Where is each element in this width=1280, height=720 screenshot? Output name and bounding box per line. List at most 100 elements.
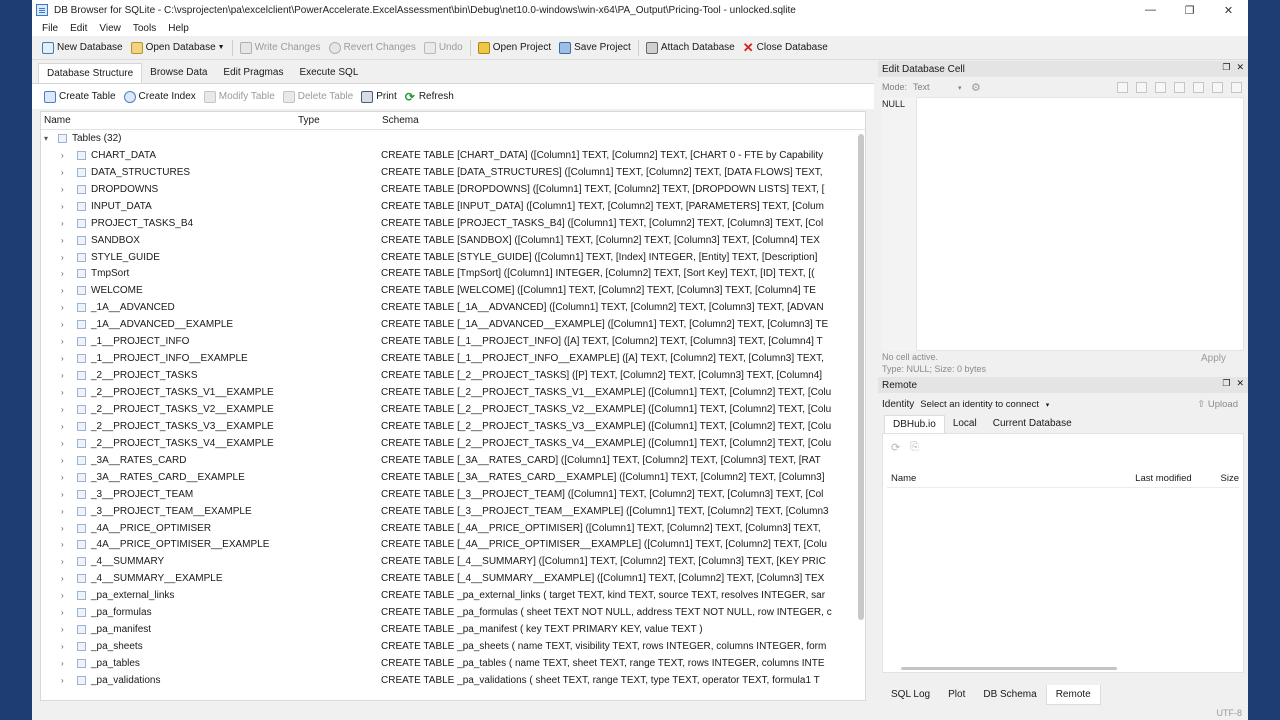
- expand-arrow-icon[interactable]: ›: [61, 269, 64, 278]
- table-row[interactable]: › STYLE_GUIDE CREATE TABLE [STYLE_GUIDE] (…: [41, 249, 865, 266]
- tab-db-schema[interactable]: DB Schema: [974, 685, 1045, 705]
- float-panel-icon[interactable]: ❐: [1222, 62, 1230, 73]
- menu-file[interactable]: File: [36, 23, 64, 34]
- collapse-arrow-icon[interactable]: ▾: [44, 134, 48, 143]
- expand-arrow-icon[interactable]: ›: [61, 490, 64, 499]
- expand-arrow-icon[interactable]: ›: [61, 371, 64, 380]
- tab-current-database[interactable]: Current Database: [985, 415, 1080, 433]
- column-header-schema[interactable]: Schema: [379, 115, 419, 126]
- files-header-name[interactable]: Name: [887, 473, 1135, 484]
- expand-arrow-icon[interactable]: ›: [61, 574, 64, 583]
- table-row[interactable]: › _pa_external_links CREATE TABLE _pa_exte…: [41, 587, 865, 604]
- paste-icon[interactable]: [1174, 81, 1185, 93]
- table-row[interactable]: › INPUT_DATA CREATE TABLE [INPUT_DATA] ([C…: [41, 198, 865, 215]
- remote-horizontal-scrollbar[interactable]: [901, 667, 1117, 670]
- identity-select[interactable]: Select an identity to connect ▾: [920, 399, 1049, 410]
- table-row[interactable]: › _3A__RATES_CARD CREATE TABLE [_3A__RATES…: [41, 452, 865, 469]
- expand-arrow-icon[interactable]: ›: [61, 422, 64, 431]
- table-row[interactable]: › _2__PROJECT_TASKS_V2__EXAMPLE CREATE TAB…: [41, 401, 865, 418]
- minimize-button[interactable]: —: [1131, 0, 1170, 20]
- close-panel-icon[interactable]: ✕: [1236, 62, 1244, 73]
- table-row[interactable]: › SANDBOX CREATE TABLE [SANDBOX] ([Column1…: [41, 232, 865, 249]
- expand-arrow-icon[interactable]: ›: [61, 642, 64, 651]
- save-project-button[interactable]: Save Project: [555, 38, 635, 58]
- expand-arrow-icon[interactable]: ›: [61, 456, 64, 465]
- tab-plot[interactable]: Plot: [939, 685, 974, 705]
- expand-arrow-icon[interactable]: ›: [61, 354, 64, 363]
- auto-format-icon[interactable]: ⚙: [971, 81, 981, 94]
- remote-refresh-icon[interactable]: ⟳: [891, 441, 900, 454]
- close-database-button[interactable]: ✕ Close Database: [739, 38, 832, 58]
- column-header-name[interactable]: Name: [41, 115, 295, 126]
- remote-files-list[interactable]: [887, 488, 1239, 662]
- expand-arrow-icon[interactable]: ›: [61, 659, 64, 668]
- word-wrap-icon[interactable]: [1231, 81, 1242, 93]
- expand-arrow-icon[interactable]: ›: [61, 185, 64, 194]
- attach-database-button[interactable]: Attach Database: [642, 38, 739, 58]
- import-icon[interactable]: [1117, 81, 1128, 93]
- table-row[interactable]: › _pa_formulas CREATE TABLE _pa_formulas (…: [41, 604, 865, 621]
- menu-tools[interactable]: Tools: [127, 23, 162, 34]
- remote-clone-icon[interactable]: ⎘: [910, 441, 919, 454]
- apply-button[interactable]: Apply: [1201, 353, 1226, 365]
- new-database-button[interactable]: New Database: [38, 38, 127, 58]
- expand-arrow-icon[interactable]: ›: [61, 388, 64, 397]
- tables-group-row[interactable]: ▾ Tables (32): [41, 130, 865, 147]
- expand-arrow-icon[interactable]: ›: [61, 253, 64, 262]
- expand-arrow-icon[interactable]: ›: [61, 151, 64, 160]
- table-row[interactable]: › _1A__ADVANCED CREATE TABLE [_1A__ADVANCE…: [41, 299, 865, 316]
- expand-arrow-icon[interactable]: ›: [61, 524, 64, 533]
- expand-arrow-icon[interactable]: ›: [61, 405, 64, 414]
- table-row[interactable]: › PROJECT_TASKS_B4 CREATE TABLE [PROJECT_T…: [41, 215, 865, 232]
- schema-tree[interactable]: Name Type Schema ▾ Tables (32) › CHART_DA…: [40, 111, 866, 701]
- table-row[interactable]: › DATA_STRUCTURES CREATE TABLE [DATA_STRUC…: [41, 164, 865, 181]
- print-cell-icon[interactable]: [1212, 81, 1223, 93]
- table-row[interactable]: › _1A__ADVANCED__EXAMPLE CREATE TABLE [_1A…: [41, 316, 865, 333]
- expand-arrow-icon[interactable]: ›: [61, 168, 64, 177]
- scrollbar-thumb[interactable]: [858, 134, 864, 620]
- tab-execute-sql[interactable]: Execute SQL: [291, 63, 366, 83]
- tab-edit-pragmas[interactable]: Edit Pragmas: [215, 63, 291, 83]
- expand-arrow-icon[interactable]: ›: [61, 337, 64, 346]
- upload-button[interactable]: ⇧ Upload: [1197, 399, 1238, 410]
- expand-arrow-icon[interactable]: ›: [61, 286, 64, 295]
- table-row[interactable]: › CHART_DATA CREATE TABLE [CHART_DATA] ([C…: [41, 147, 865, 164]
- expand-arrow-icon[interactable]: ›: [61, 320, 64, 329]
- expand-arrow-icon[interactable]: ›: [61, 608, 64, 617]
- cell-text-area[interactable]: [916, 97, 1244, 351]
- table-row[interactable]: › _pa_tables CREATE TABLE _pa_tables ( nam…: [41, 655, 865, 672]
- expand-arrow-icon[interactable]: ›: [61, 439, 64, 448]
- refresh-button[interactable]: ⟳ Refresh: [401, 87, 458, 107]
- close-panel-icon[interactable]: ✕: [1236, 378, 1244, 389]
- tree-vertical-scrollbar[interactable]: [857, 130, 865, 700]
- table-row[interactable]: › _3__PROJECT_TEAM CREATE TABLE [_3__PROJE…: [41, 486, 865, 503]
- table-row[interactable]: › TmpSort CREATE TABLE [TmpSort] ([Column1…: [41, 266, 865, 283]
- table-row[interactable]: › _2__PROJECT_TASKS CREATE TABLE [_2__PROJ…: [41, 367, 865, 384]
- menu-view[interactable]: View: [93, 23, 127, 34]
- undo-button[interactable]: Undo: [420, 38, 467, 58]
- open-database-button[interactable]: Open Database ▼: [127, 38, 229, 58]
- tab-database-structure[interactable]: Database Structure: [38, 63, 143, 83]
- expand-arrow-icon[interactable]: ›: [61, 676, 64, 685]
- table-row[interactable]: › WELCOME CREATE TABLE [WELCOME] ([Column1…: [41, 282, 865, 299]
- create-index-button[interactable]: Create Index: [120, 87, 200, 107]
- dropdown-arrow-icon[interactable]: ▼: [218, 44, 225, 51]
- table-row[interactable]: › _1__PROJECT_INFO__EXAMPLE CREATE TABLE […: [41, 350, 865, 367]
- table-row[interactable]: › DROPDOWNS CREATE TABLE [DROPDOWNS] ([Col…: [41, 181, 865, 198]
- expand-arrow-icon[interactable]: ›: [61, 202, 64, 211]
- expand-arrow-icon[interactable]: ›: [61, 557, 64, 566]
- table-row[interactable]: › _pa_validations CREATE TABLE _pa_validat…: [41, 672, 865, 689]
- files-header-last-modified[interactable]: Last modified: [1135, 473, 1220, 484]
- table-row[interactable]: › _4A__PRICE_OPTIMISER__EXAMPLE CREATE TAB…: [41, 537, 865, 554]
- table-row[interactable]: › _4__SUMMARY__EXAMPLE CREATE TABLE [_4__S…: [41, 570, 865, 587]
- create-table-button[interactable]: Create Table: [40, 87, 120, 107]
- menu-edit[interactable]: Edit: [64, 23, 93, 34]
- open-project-button[interactable]: Open Project: [474, 38, 555, 58]
- expand-arrow-icon[interactable]: ›: [61, 507, 64, 516]
- tab-remote[interactable]: Remote: [1045, 685, 1101, 705]
- column-header-type[interactable]: Type: [295, 115, 379, 126]
- tab-local[interactable]: Local: [945, 415, 985, 433]
- tab-browse-data[interactable]: Browse Data: [142, 63, 215, 83]
- mode-select[interactable]: Text ▾: [913, 82, 967, 92]
- tab-sql-log[interactable]: SQL Log: [882, 685, 939, 705]
